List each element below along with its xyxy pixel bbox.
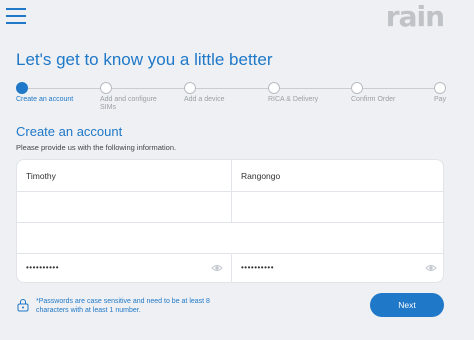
confirm-password-cell [232,253,443,282]
confirm-password-field[interactable] [241,259,421,275]
section-title: Create an account [16,124,123,139]
last-name-cell [232,160,443,191]
email-field[interactable] [26,199,206,215]
step-dot [268,82,280,94]
next-button[interactable]: Next [370,293,444,317]
page-title: Let's get to know you a little better [16,50,273,69]
step-dot [351,82,363,94]
hamburger-menu-icon[interactable] [6,6,28,26]
first-name-cell [17,160,232,191]
id-number-cell [17,222,443,253]
menu-bar [6,8,26,10]
password-requirements-note: *Passwords are case sensitive and need t… [36,298,210,314]
form-row-passwords [17,253,443,282]
step-label: RICA & Delivery [268,96,319,103]
step-label: Create an account [16,96,74,103]
section-subtitle: Please provide us with the following inf… [16,143,177,152]
id-number-field[interactable] [26,230,426,246]
step-dot [100,82,112,94]
eye-icon[interactable] [211,263,223,273]
rain-logo[interactable]: rain [386,0,445,33]
step-label: Add a device [184,96,225,103]
account-form [16,159,444,283]
form-row-id [17,222,443,254]
progress-stepper: Create an account Add and configure SIMs… [0,80,474,120]
step-label: Pay [434,96,447,103]
menu-bar [6,15,26,17]
step-label: Add and configure SIMs [100,96,157,111]
mobile-cell [232,191,443,222]
step-label: Confirm Order [351,96,396,103]
last-name-field[interactable] [241,168,421,184]
step-dot [16,82,28,94]
form-row-contact [17,191,443,223]
password-field[interactable] [26,259,206,275]
step-dot [434,82,446,94]
eye-icon[interactable] [425,263,437,273]
lock-icon [17,299,29,312]
menu-bar [6,22,26,24]
password-cell [17,253,232,282]
mobile-field[interactable] [241,199,421,215]
form-row-names [17,160,443,192]
email-cell [17,191,232,222]
step-dot [184,82,196,94]
stepper-line [22,88,440,89]
first-name-field[interactable] [26,168,206,184]
top-bar: rain [0,0,474,40]
